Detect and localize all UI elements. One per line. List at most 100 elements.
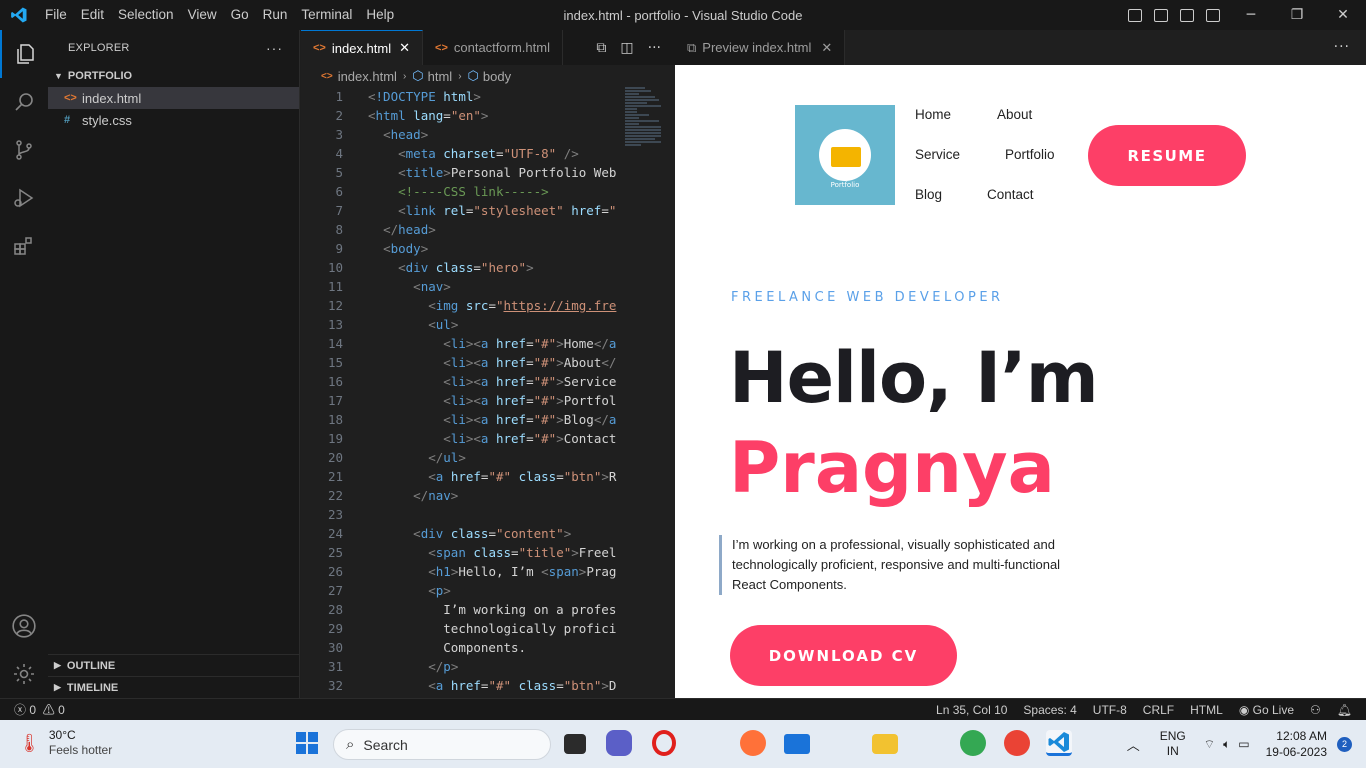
code-line[interactable]: 13 <ul> xyxy=(301,315,619,334)
mail-icon[interactable] xyxy=(784,734,810,754)
menu-selection[interactable]: Selection xyxy=(118,7,174,22)
more-actions-icon[interactable]: ··· xyxy=(266,40,283,56)
code-line[interactable]: 12 <img src="https://img.fre xyxy=(301,296,619,315)
outline-section[interactable]: ▶ OUTLINE xyxy=(48,654,300,676)
code-line[interactable]: 15 <li><a href="#">About</ xyxy=(301,353,619,372)
more-actions-icon[interactable]: ··· xyxy=(1334,30,1350,65)
file-explorer-icon[interactable] xyxy=(872,734,898,754)
account-icon[interactable] xyxy=(0,602,48,650)
nav-about[interactable]: About xyxy=(997,107,1032,122)
minimize-icon[interactable]: ─ xyxy=(1228,7,1274,23)
nav-portfolio[interactable]: Portfolio xyxy=(1005,147,1055,162)
menu-edit[interactable]: Edit xyxy=(81,7,104,22)
close-icon[interactable]: ✕ xyxy=(1320,7,1366,23)
chevron-up-icon[interactable]: ︿ xyxy=(1127,735,1140,754)
code-line[interactable]: 25 <span class="title">Freel xyxy=(301,543,619,562)
menu-help[interactable]: Help xyxy=(366,7,394,22)
volume-icon[interactable]: 🔈︎ xyxy=(1223,737,1230,752)
settings-gear-icon[interactable] xyxy=(0,650,48,698)
split-editor-icon[interactable]: ◫ xyxy=(620,40,633,56)
open-preview-icon[interactable]: ⧉ xyxy=(596,40,606,56)
run-debug-icon[interactable] xyxy=(0,174,48,222)
menu-run[interactable]: Run xyxy=(263,7,288,22)
menu-go[interactable]: Go xyxy=(231,7,249,22)
cursor-position[interactable]: Ln 35, Col 10 xyxy=(936,703,1007,717)
encoding[interactable]: UTF-8 xyxy=(1093,703,1127,717)
code-line[interactable]: 26 <h1>Hello, I’m <span>Prag xyxy=(301,562,619,581)
code-line[interactable]: 22 </nav> xyxy=(301,486,619,505)
windows-start-icon[interactable] xyxy=(296,732,318,754)
file-style-css[interactable]: # style.css xyxy=(48,109,299,131)
clock[interactable]: 12:08 AM 19-06-2023 xyxy=(1266,728,1327,760)
tab-preview-index-html[interactable]: ⧉ Preview index.html ✕ xyxy=(675,30,846,65)
chrome-icon[interactable] xyxy=(960,730,986,756)
logo-image[interactable]: Portfolio xyxy=(795,105,895,205)
code-line[interactable]: 5 <title>Personal Portfolio Web xyxy=(301,163,619,182)
notification-badge[interactable]: 2 xyxy=(1337,736,1352,752)
nav-blog[interactable]: Blog xyxy=(915,187,942,202)
code-line[interactable]: 30 Components. xyxy=(301,638,619,657)
file-index-html[interactable]: <> index.html xyxy=(48,87,299,109)
code-line[interactable]: 32 <a href="#" class="btn">D xyxy=(301,676,619,695)
indentation[interactable]: Spaces: 4 xyxy=(1023,703,1076,717)
menu-terminal[interactable]: Terminal xyxy=(301,7,352,22)
code-line[interactable]: 7 <link rel="stylesheet" href=" xyxy=(301,201,619,220)
code-line[interactable]: 28 I’m working on a profes xyxy=(301,600,619,619)
weather-widget[interactable]: 🌡︎ 30°C Feels hotter xyxy=(18,728,112,758)
code-line[interactable]: 18 <li><a href="#">Blog</a xyxy=(301,410,619,429)
download-cv-button[interactable]: DOWNLOAD CV xyxy=(730,625,957,686)
toggle-sidebar-icon[interactable] xyxy=(1128,8,1142,22)
teams-icon[interactable] xyxy=(606,730,632,756)
menu-view[interactable]: View xyxy=(188,7,217,22)
minimap[interactable] xyxy=(625,87,667,167)
toggle-secondary-sidebar-icon[interactable] xyxy=(1180,8,1194,22)
code-line[interactable]: 23 xyxy=(301,505,619,524)
explorer-icon[interactable] xyxy=(0,30,48,78)
code-line[interactable]: 1 <!DOCTYPE html> xyxy=(301,87,619,106)
customize-layout-icon[interactable] xyxy=(1206,8,1220,22)
code-line[interactable]: 21 <a href="#" class="btn">R xyxy=(301,467,619,486)
toggle-panel-icon[interactable] xyxy=(1154,8,1168,22)
menu-file[interactable]: File xyxy=(45,7,67,22)
code-line[interactable]: 6 <!----CSS link-----> xyxy=(301,182,619,201)
nav-contact[interactable]: Contact xyxy=(987,187,1034,202)
more-actions-icon[interactable]: ··· xyxy=(648,40,661,56)
go-live-button[interactable]: ◉ Go Live xyxy=(1239,703,1294,717)
wifi-icon[interactable]: ⌔ xyxy=(1204,737,1215,752)
battery-icon[interactable]: ▭ xyxy=(1238,737,1249,751)
code-line[interactable]: 16 <li><a href="#">Service xyxy=(301,372,619,391)
code-line[interactable]: 19 <li><a href="#">Contact xyxy=(301,429,619,448)
close-tab-icon[interactable]: ✕ xyxy=(821,40,832,56)
chrome-profile-icon[interactable] xyxy=(1004,730,1030,756)
code-line[interactable]: 24 <div class="content"> xyxy=(301,524,619,543)
source-control-icon[interactable] xyxy=(0,126,48,174)
bell-icon[interactable]: 🔔︎ xyxy=(1337,703,1352,717)
taskbar-search[interactable]: ⌕ Search xyxy=(333,729,551,760)
folder-portfolio[interactable]: ▼ PORTFOLIO xyxy=(48,65,299,87)
code-line[interactable]: 2 <html lang="en"> xyxy=(301,106,619,125)
line-ending[interactable]: CRLF xyxy=(1143,703,1174,717)
code-line[interactable]: 20 </ul> xyxy=(301,448,619,467)
code-line[interactable]: 3 <head> xyxy=(301,125,619,144)
breadcrumb-body[interactable]: body xyxy=(483,69,511,84)
code-line[interactable]: 29 technologically profici xyxy=(301,619,619,638)
code-line[interactable]: 4 <meta charset="UTF-8" /> xyxy=(301,144,619,163)
vscode-taskbar-icon[interactable] xyxy=(1046,730,1072,756)
task-view-icon[interactable] xyxy=(564,734,586,754)
restore-icon[interactable]: ❐ xyxy=(1274,7,1320,23)
breadcrumb-file[interactable]: index.html xyxy=(338,69,397,84)
problems-status[interactable]: ⓧ 0 ⚠ 0 xyxy=(0,701,65,718)
code-line[interactable]: 9 <body> xyxy=(301,239,619,258)
code-line[interactable]: 31 </p> xyxy=(301,657,619,676)
tab-index-html[interactable]: <> index.html ✕ xyxy=(301,30,424,65)
timeline-section[interactable]: ▶ TIMELINE xyxy=(48,676,300,698)
language-indicator[interactable]: ENG IN xyxy=(1160,729,1186,759)
code-line[interactable]: 8 </head> xyxy=(301,220,619,239)
code-area[interactable]: 1 <!DOCTYPE html> 2 <html lang="en"> 3 <head… xyxy=(301,87,619,698)
language-mode[interactable]: HTML xyxy=(1190,703,1223,717)
nav-service[interactable]: Service xyxy=(915,147,960,162)
feedback-icon[interactable]: ⚇ xyxy=(1310,703,1321,717)
tab-contactform-html[interactable]: <> contactform.html xyxy=(423,30,563,65)
search-icon[interactable] xyxy=(0,78,48,126)
code-line[interactable]: 11 <nav> xyxy=(301,277,619,296)
